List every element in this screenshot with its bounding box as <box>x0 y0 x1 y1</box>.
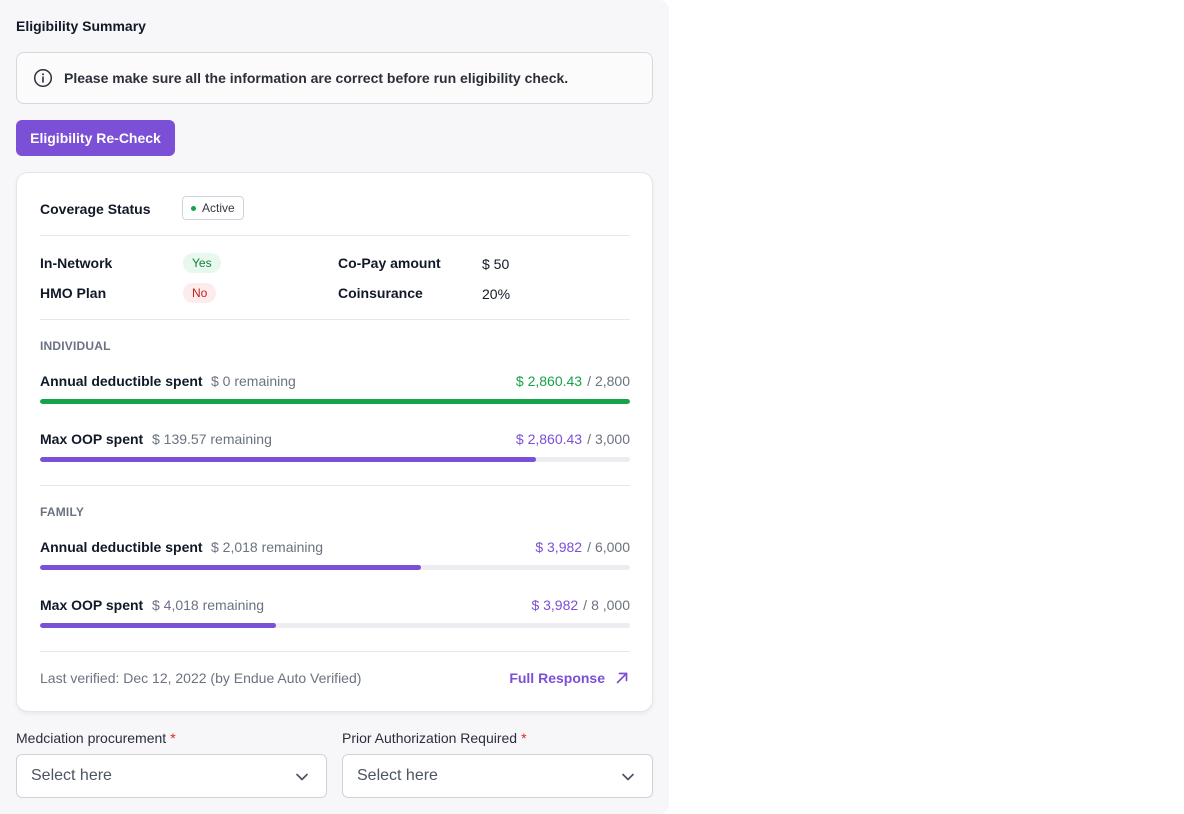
coverage-status-label: Coverage Status <box>40 201 151 217</box>
family-deductible-row: Annual deductible spent $ 2,018 remainin… <box>40 539 630 557</box>
divider <box>40 235 630 236</box>
full-response-link[interactable]: Full Response <box>509 670 629 686</box>
family-oop-progress <box>40 623 630 628</box>
individual-title: INDIVIDUAL <box>40 339 111 353</box>
medication-procurement-label-text: Medciation procurement <box>16 730 167 746</box>
family-oop-row: Max OOP spent $ 4,018 remaining $ 3,982/… <box>40 597 630 615</box>
status-text: Active <box>202 201 235 215</box>
coinsurance-label: Coinsurance <box>338 285 423 301</box>
individual-oop-progress-fill <box>40 457 536 462</box>
family-deductible-amount: $ 3,982/6,000 <box>535 539 630 555</box>
family-oop-label: Max OOP spent <box>40 597 144 613</box>
divider <box>40 651 630 652</box>
individual-deductible-total: 2,800 <box>594 373 630 389</box>
info-banner: Please make sure all the information are… <box>16 52 653 104</box>
individual-oop-label: Max OOP spent <box>40 431 144 447</box>
prior-authorization-label: Prior Authorization Required * <box>342 730 527 746</box>
coinsurance-value: 20% <box>482 286 511 302</box>
divider <box>40 485 630 486</box>
select-placeholder: Select here <box>31 767 112 784</box>
copay-label: Co-Pay amount <box>338 255 441 271</box>
chevron-down-icon[interactable] <box>294 769 310 785</box>
family-oop-spent: $ 3,982 <box>531 597 579 613</box>
family-oop-total: 8 ,000 <box>591 597 630 613</box>
family-oop-remaining: $ 4,018 remaining <box>152 597 265 613</box>
individual-oop-remaining: $ 139.57 remaining <box>152 431 272 447</box>
status-dot <box>191 205 196 211</box>
hmo-plan-label: HMO Plan <box>40 285 107 301</box>
individual-deductible-progress-fill <box>40 399 630 404</box>
section-title: Eligibility Summary <box>16 18 146 34</box>
individual-deductible-progress <box>40 399 630 404</box>
individual-deductible-label: Annual deductible spent <box>40 373 203 389</box>
family-deductible-remaining: $ 2,018 remaining <box>211 539 324 555</box>
individual-oop-amount: $ 2,860.43/3,000 <box>515 431 630 447</box>
in-network-badge: Yes <box>183 253 221 273</box>
family-oop-amount: $ 3,982/8 ,000 <box>531 597 630 613</box>
info-text: Please make sure all the information are… <box>64 70 569 86</box>
individual-deductible-remaining: $ 0 remaining <box>211 373 296 389</box>
family-title: FAMILY <box>40 505 85 519</box>
family-oop-progress-fill <box>40 623 276 628</box>
individual-deductible-spent: $ 2,860.43 <box>515 373 583 389</box>
chevron-down-icon[interactable] <box>620 769 636 785</box>
family-deductible-progress-fill <box>40 565 421 570</box>
individual-oop-progress <box>40 457 630 462</box>
family-deductible-label: Annual deductible spent <box>40 539 203 555</box>
status-badge: Active <box>182 196 244 220</box>
individual-deductible-amount: $ 2,860.43/2,800 <box>515 373 630 389</box>
individual-oop-row: Max OOP spent $ 139.57 remaining $ 2,860… <box>40 431 630 449</box>
select-placeholder: Select here <box>357 767 438 784</box>
required-mark: * <box>170 730 176 746</box>
eligibility-card: Coverage Status Active In-Network Yes Co… <box>16 172 653 712</box>
family-deductible-spent: $ 3,982 <box>535 539 583 555</box>
last-verified-text: Last verified: Dec 12, 2022 (by Endue Au… <box>40 670 362 686</box>
arrow-up-right-icon[interactable] <box>615 671 629 685</box>
divider <box>40 319 630 320</box>
full-response-label[interactable]: Full Response <box>509 670 605 686</box>
copay-value: $ 50 <box>482 256 510 272</box>
individual-oop-spent: $ 2,860.43 <box>515 431 583 447</box>
prior-authorization-select[interactable]: Select here <box>342 754 653 798</box>
info-icon <box>33 68 53 88</box>
in-network-label: In-Network <box>40 255 113 271</box>
medication-procurement-select[interactable]: Select here <box>16 754 327 798</box>
medication-procurement-label: Medciation procurement * <box>16 730 176 746</box>
individual-deductible-row: Annual deductible spent $ 0 remaining $ … <box>40 373 630 391</box>
eligibility-recheck-button[interactable]: Eligibility Re-Check <box>16 120 175 156</box>
family-deductible-total: 6,000 <box>594 539 630 555</box>
hmo-plan-badge: No <box>183 283 217 303</box>
family-deductible-progress <box>40 565 630 570</box>
individual-oop-total: 3,000 <box>594 431 630 447</box>
eligibility-panel: Eligibility Summary Please make sure all… <box>0 0 669 814</box>
required-mark: * <box>521 730 527 746</box>
prior-authorization-label-text: Prior Authorization Required <box>342 730 518 746</box>
